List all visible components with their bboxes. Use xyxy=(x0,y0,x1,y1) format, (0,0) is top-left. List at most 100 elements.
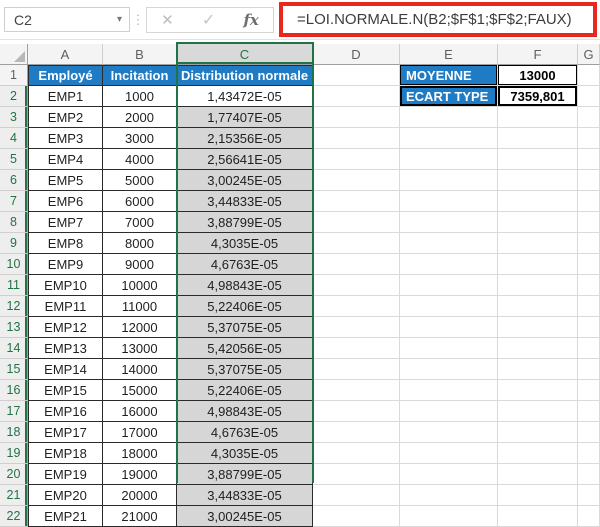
cell-G20[interactable] xyxy=(578,464,600,485)
cell-B1[interactable]: Incitation xyxy=(103,65,177,86)
cell-B16[interactable]: 15000 xyxy=(103,380,177,401)
cell-B18[interactable]: 17000 xyxy=(103,422,177,443)
cell-A4[interactable]: EMP3 xyxy=(28,128,103,149)
cell-A16[interactable]: EMP15 xyxy=(28,380,103,401)
cell-F2[interactable]: 7359,801 xyxy=(498,86,578,107)
cell-G16[interactable] xyxy=(578,380,600,401)
column-header-B[interactable]: B xyxy=(103,44,177,65)
cell-C9[interactable]: 4,3035E-05 xyxy=(177,233,313,254)
cell-G3[interactable] xyxy=(578,107,600,128)
cell-E18[interactable] xyxy=(400,422,498,443)
cell-F3[interactable] xyxy=(498,107,578,128)
cell-C2[interactable]: 1,43472E-05 xyxy=(177,86,313,107)
cell-A1[interactable]: Employé xyxy=(28,65,103,86)
cell-F17[interactable] xyxy=(498,401,578,422)
cell-D15[interactable] xyxy=(313,359,400,380)
row-header-8[interactable]: 8 xyxy=(0,212,28,233)
cell-E7[interactable] xyxy=(400,191,498,212)
cell-E2[interactable]: ECART TYPE xyxy=(400,86,498,107)
cell-B21[interactable]: 20000 xyxy=(103,485,177,506)
cell-D11[interactable] xyxy=(313,275,400,296)
cell-G10[interactable] xyxy=(578,254,600,275)
cell-F19[interactable] xyxy=(498,443,578,464)
cell-C7[interactable]: 3,44833E-05 xyxy=(177,191,313,212)
cell-E10[interactable] xyxy=(400,254,498,275)
cell-B5[interactable]: 4000 xyxy=(103,149,177,170)
cell-B8[interactable]: 7000 xyxy=(103,212,177,233)
cell-D19[interactable] xyxy=(313,443,400,464)
cell-F18[interactable] xyxy=(498,422,578,443)
cell-E22[interactable] xyxy=(400,506,498,527)
cell-C15[interactable]: 5,37075E-05 xyxy=(177,359,313,380)
cell-E13[interactable] xyxy=(400,317,498,338)
cell-C16[interactable]: 5,22406E-05 xyxy=(177,380,313,401)
cell-F13[interactable] xyxy=(498,317,578,338)
row-header-4[interactable]: 4 xyxy=(0,128,28,149)
cell-A6[interactable]: EMP5 xyxy=(28,170,103,191)
cell-G15[interactable] xyxy=(578,359,600,380)
row-header-6[interactable]: 6 xyxy=(0,170,28,191)
cell-F8[interactable] xyxy=(498,212,578,233)
row-header-18[interactable]: 18 xyxy=(0,422,28,443)
cell-E15[interactable] xyxy=(400,359,498,380)
cell-C6[interactable]: 3,00245E-05 xyxy=(177,170,313,191)
cell-G6[interactable] xyxy=(578,170,600,191)
cell-B7[interactable]: 6000 xyxy=(103,191,177,212)
row-header-2[interactable]: 2 xyxy=(0,86,28,107)
cell-E14[interactable] xyxy=(400,338,498,359)
cell-C17[interactable]: 4,98843E-05 xyxy=(177,401,313,422)
cell-C20[interactable]: 3,88799E-05 xyxy=(177,464,313,485)
cell-C10[interactable]: 4,6763E-05 xyxy=(177,254,313,275)
row-header-21[interactable]: 21 xyxy=(0,485,28,506)
cell-D13[interactable] xyxy=(313,317,400,338)
cell-C22[interactable]: 3,00245E-05 xyxy=(177,506,313,527)
cell-B3[interactable]: 2000 xyxy=(103,107,177,128)
cell-G7[interactable] xyxy=(578,191,600,212)
row-header-16[interactable]: 16 xyxy=(0,380,28,401)
cell-D14[interactable] xyxy=(313,338,400,359)
cell-A2[interactable]: EMP1 xyxy=(28,86,103,107)
cell-D21[interactable] xyxy=(313,485,400,506)
cell-B4[interactable]: 3000 xyxy=(103,128,177,149)
column-header-E[interactable]: E xyxy=(400,44,498,65)
cell-A12[interactable]: EMP11 xyxy=(28,296,103,317)
cell-E19[interactable] xyxy=(400,443,498,464)
cell-B10[interactable]: 9000 xyxy=(103,254,177,275)
cell-B20[interactable]: 19000 xyxy=(103,464,177,485)
row-header-1[interactable]: 1 xyxy=(0,65,28,86)
column-header-D[interactable]: D xyxy=(313,44,400,65)
cell-D6[interactable] xyxy=(313,170,400,191)
cell-E12[interactable] xyxy=(400,296,498,317)
cell-F4[interactable] xyxy=(498,128,578,149)
cell-D20[interactable] xyxy=(313,464,400,485)
cell-D17[interactable] xyxy=(313,401,400,422)
cell-E9[interactable] xyxy=(400,233,498,254)
cell-C18[interactable]: 4,6763E-05 xyxy=(177,422,313,443)
cell-E17[interactable] xyxy=(400,401,498,422)
cell-C11[interactable]: 4,98843E-05 xyxy=(177,275,313,296)
cell-D8[interactable] xyxy=(313,212,400,233)
cell-G14[interactable] xyxy=(578,338,600,359)
cell-D4[interactable] xyxy=(313,128,400,149)
cell-A20[interactable]: EMP19 xyxy=(28,464,103,485)
cell-D18[interactable] xyxy=(313,422,400,443)
cell-B9[interactable]: 8000 xyxy=(103,233,177,254)
cell-E3[interactable] xyxy=(400,107,498,128)
cell-C3[interactable]: 1,77407E-05 xyxy=(177,107,313,128)
cell-B19[interactable]: 18000 xyxy=(103,443,177,464)
cell-E11[interactable] xyxy=(400,275,498,296)
cell-A7[interactable]: EMP6 xyxy=(28,191,103,212)
cell-C14[interactable]: 5,42056E-05 xyxy=(177,338,313,359)
cancel-icon[interactable]: ✕ xyxy=(161,11,174,29)
cell-F15[interactable] xyxy=(498,359,578,380)
cell-G1[interactable] xyxy=(578,65,600,86)
column-header-F[interactable]: F xyxy=(498,44,578,65)
row-header-9[interactable]: 9 xyxy=(0,233,28,254)
cell-G2[interactable] xyxy=(578,86,600,107)
cell-F12[interactable] xyxy=(498,296,578,317)
cell-G4[interactable] xyxy=(578,128,600,149)
name-box[interactable]: C2 ▾ xyxy=(4,7,130,32)
row-header-15[interactable]: 15 xyxy=(0,359,28,380)
select-all-corner[interactable] xyxy=(0,44,28,65)
cell-G11[interactable] xyxy=(578,275,600,296)
